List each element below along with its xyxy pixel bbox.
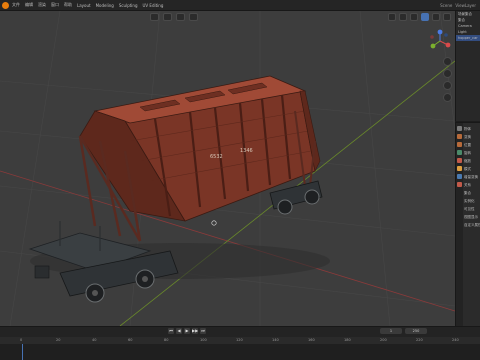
- scene-selector[interactable]: Scene: [440, 3, 452, 8]
- pan-view-icon[interactable]: [443, 69, 452, 78]
- frame-range: 1 250: [380, 328, 427, 334]
- timeline-header: ⏮ ◀ ▶ ▶▶ ⏭ 1 250: [0, 327, 480, 336]
- 3d-viewport[interactable]: 6532 1346: [0, 11, 455, 326]
- ruler-tick: 220: [416, 338, 423, 342]
- jump-end-button[interactable]: ⏭: [200, 328, 206, 334]
- prop-row[interactable]: 自定义属性: [464, 223, 480, 231]
- ruler-tick: 60: [128, 338, 133, 342]
- prop-row[interactable]: 实例化: [464, 199, 480, 207]
- top-menu-bar: 文件 编辑 渲染 窗口 帮助 Layout Modeling Sculpting…: [0, 0, 480, 11]
- ruler-tick: 140: [272, 338, 279, 342]
- perspective-toggle-icon[interactable]: [443, 93, 452, 102]
- properties-tabs: [456, 123, 463, 327]
- overlay-toggle-button[interactable]: [388, 13, 396, 21]
- render-tab-icon[interactable]: [457, 134, 462, 139]
- prop-row: 物体: [464, 127, 471, 131]
- hopper-car-model[interactable]: 6532 1346: [28, 75, 330, 303]
- ruler-tick: 240: [452, 338, 459, 342]
- world-tab-icon[interactable]: [457, 158, 462, 163]
- material-tab-icon[interactable]: [457, 182, 462, 187]
- properties-panel: 物体 变换 位置 旋转 缩放 模式 增量变换 关系 集合 实例化 可见性 视图显…: [455, 122, 480, 327]
- rear-bogie: [269, 180, 323, 215]
- ruler-tick: 160: [308, 338, 315, 342]
- camera-view-icon[interactable]: [443, 81, 452, 90]
- solid-shading-button[interactable]: [421, 13, 429, 21]
- playback-controls: ⏮ ◀ ▶ ▶▶ ⏭: [168, 328, 206, 334]
- outliner-panel: 场景集合 集合 Camera Light hopper_car: [455, 11, 480, 121]
- prop-row[interactable]: 关系: [464, 183, 480, 191]
- modifier-tab-icon[interactable]: [457, 174, 462, 179]
- xray-toggle-button[interactable]: [399, 13, 407, 21]
- transform-orientation-button[interactable]: [150, 13, 159, 21]
- tab-uv-editing[interactable]: UV Editing: [143, 3, 164, 8]
- prop-row[interactable]: 变换: [464, 135, 480, 143]
- ruler-tick: 200: [380, 338, 387, 342]
- menu-edit[interactable]: 编辑: [25, 2, 33, 8]
- blender-window: 文件 编辑 渲染 窗口 帮助 Layout Modeling Sculpting…: [0, 0, 480, 360]
- menu-window[interactable]: 窗口: [51, 2, 59, 8]
- viewlayer-selector[interactable]: ViewLayer: [455, 3, 476, 8]
- timeline-panel: ⏮ ◀ ▶ ▶▶ ⏭ 1 250 0 20 40 60 80 100 120 140 160 18…: [0, 326, 480, 360]
- play-button[interactable]: ▶: [184, 328, 190, 334]
- object-tab-icon[interactable]: [457, 166, 462, 171]
- menu-help[interactable]: 帮助: [64, 2, 72, 8]
- prop-row[interactable]: 视图显示: [464, 215, 480, 223]
- rendered-shading-button[interactable]: [443, 13, 451, 21]
- object-origin-icon: [211, 220, 217, 226]
- ruler-tick: 120: [236, 338, 243, 342]
- ruler-tick: 180: [344, 338, 351, 342]
- tab-layout[interactable]: Layout: [77, 3, 91, 8]
- next-keyframe-button[interactable]: ▶▶: [192, 328, 198, 334]
- menu-file[interactable]: 文件: [12, 2, 20, 8]
- navigation-gizmo-icon[interactable]: [428, 29, 452, 53]
- ruler-tick: 0: [20, 338, 23, 342]
- tab-modeling[interactable]: Modeling: [96, 3, 114, 8]
- prop-row[interactable]: 旋转: [464, 151, 480, 159]
- tab-sculpting[interactable]: Sculpting: [119, 3, 138, 8]
- output-tab-icon[interactable]: [457, 142, 462, 147]
- ruler-tick: 100: [200, 338, 207, 342]
- timeline-ruler[interactable]: 0 20 40 60 80 100 120 140 160 180 200 220 240: [0, 337, 480, 344]
- play-reverse-button[interactable]: ◀: [176, 328, 182, 334]
- outliner-row-selected[interactable]: hopper_car: [456, 35, 480, 41]
- ruler-tick: 20: [56, 338, 61, 342]
- car-number-right: 1346: [240, 148, 253, 154]
- scene-tab-icon[interactable]: [457, 150, 462, 155]
- jump-start-button[interactable]: ⏮: [168, 328, 174, 334]
- end-frame-field[interactable]: 250: [405, 328, 427, 334]
- blender-logo-icon[interactable]: [2, 1, 9, 9]
- prop-row[interactable]: 集合: [464, 191, 480, 199]
- pivot-point-button[interactable]: [163, 13, 172, 21]
- material-shading-button[interactable]: [432, 13, 440, 21]
- prop-row[interactable]: 增量变换: [464, 175, 480, 183]
- prop-row[interactable]: 模式: [464, 167, 480, 175]
- ruler-tick: 80: [164, 338, 169, 342]
- timeline-track[interactable]: [0, 344, 480, 360]
- start-frame-field[interactable]: 1: [380, 328, 402, 334]
- car-number-left: 6532: [210, 154, 223, 160]
- prop-row[interactable]: 缩放: [464, 159, 480, 167]
- snap-toggle-button[interactable]: [176, 13, 185, 21]
- playhead[interactable]: [22, 344, 23, 360]
- wireframe-shading-button[interactable]: [410, 13, 418, 21]
- prop-row[interactable]: 可见性: [464, 207, 480, 215]
- proportional-edit-button[interactable]: [189, 13, 198, 21]
- properties-rows: 物体 变换 位置 旋转 缩放 模式 增量变换 关系 集合 实例化 可见性 视图显…: [464, 127, 480, 231]
- transform-tools: [150, 13, 198, 21]
- shading-tools: [388, 13, 451, 21]
- prop-row[interactable]: 位置: [464, 143, 480, 151]
- zoom-view-icon[interactable]: [443, 57, 452, 66]
- tool-tab-icon[interactable]: [457, 126, 462, 131]
- viewport-scene: 6532 1346: [0, 11, 455, 326]
- menu-render[interactable]: 渲染: [38, 2, 46, 8]
- viewport-header: [0, 11, 455, 23]
- ruler-tick: 40: [92, 338, 97, 342]
